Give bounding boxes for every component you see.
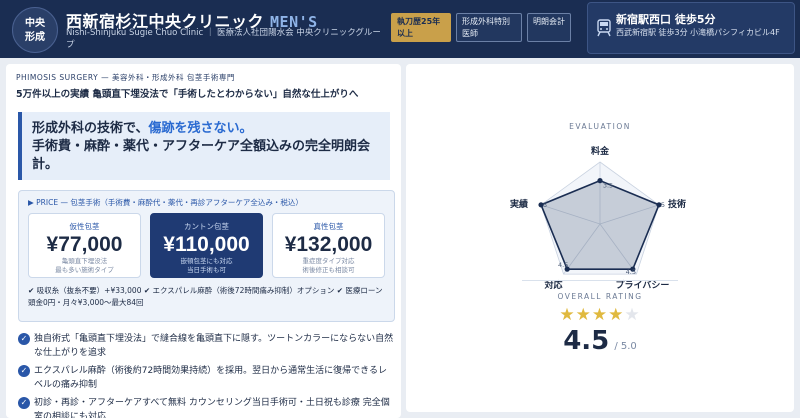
radar-axis-label: 実績: [510, 198, 528, 210]
check-icon: ✓: [18, 397, 30, 409]
hero-line-2: 手術費・麻酔・薬代・アフターケア全額込みの完全明朗会計。: [32, 139, 371, 172]
star-empty-icon: ★: [624, 305, 641, 325]
rating-divider: [522, 280, 678, 281]
evaluation-label: EVALUATION: [569, 122, 631, 131]
logo-badge-line2: 形成: [25, 32, 45, 43]
hero-accent: 傷跡を残さない。: [148, 121, 253, 136]
radar-value-label: 4.5: [558, 261, 568, 269]
price-card-amount: ¥110,000: [163, 233, 250, 256]
hero-prefix: 形成外科の技術で、: [32, 121, 149, 136]
clinic-subtitle: Nishi-Shinjuku Sugie Chuo Clinic ｜ 医療法人社…: [66, 28, 381, 50]
rating-scale: / 5.0: [614, 341, 637, 352]
feature-text: 独自術式「亀頭直下埋没法」で縫合線を亀頭直下に隠す。ツートンカラーにならない自然…: [34, 334, 394, 358]
station-title: 新宿駅西口 徒歩5分: [616, 13, 716, 26]
star-icons: ★★★★: [559, 305, 625, 325]
price-card-note: 重症度タイプ対応: [302, 257, 355, 265]
price-card-shinsei[interactable]: 真性包茎 ¥132,000 重症度タイプ対応 術後修正も相談可: [272, 213, 385, 278]
feature-text: エクスパレル麻酔（術後約72時間効果持続）を採用。翌日から通常生活に復帰できるレ…: [34, 366, 388, 390]
tag-clear-pricing: 明朗会計: [527, 13, 571, 42]
main-info-panel: PHIMOSIS SURGERY — 美容外科・形成外科 包茎手術専門 5万件以…: [6, 64, 401, 418]
tag-experience: 執刀歴25年以上: [391, 13, 451, 42]
feature-text: 初診・再診・アフターケアすべて無料 カウンセリング当日手術可・土日祝も診療 完全…: [34, 398, 390, 418]
price-card-kasei[interactable]: 仮性包茎 ¥77,000 亀頭直下埋没法 最も多い施術タイプ: [28, 213, 141, 278]
evaluation-radar-chart: 料金3.5技術5プライバシー4.5対応4.5実績 5: [510, 145, 686, 291]
price-options: ✔ 吸収糸（抜糸不要）+¥33,000 ✔ エクスパレル麻酔（術後72時間痛み抑…: [28, 286, 383, 307]
evaluation-panel: EVALUATION 料金 3.5 技術 5 プライバシー 4.5 対応 4.5 実績 5 OVE…: [406, 64, 794, 412]
hero-line-1: 形成外科の技術で、傷跡を残さない。: [32, 120, 380, 138]
radar-value-label: 3.5: [603, 182, 613, 190]
price-card-amount: ¥132,000: [284, 233, 373, 256]
radar-value-label: 4.5: [626, 268, 636, 276]
radar-axis-label: 技術: [668, 198, 686, 210]
train-icon: [597, 19, 611, 37]
clinic-logo-badge[interactable]: 中央 形成: [12, 7, 58, 53]
price-card-note: 当日手術も可: [187, 266, 226, 274]
feature-item: ✓ エクスパレル麻酔（術後約72時間効果持続）を採用。翌日から通常生活に復帰でき…: [18, 364, 395, 392]
price-card-name: 仮性包茎: [69, 222, 100, 231]
rating-value: 4.5: [563, 326, 610, 356]
radar-value-label: 5: [543, 201, 547, 209]
price-card-name: カントン包茎: [184, 222, 229, 231]
logo-badge-line1: 中央: [25, 18, 45, 29]
rating-stars: ★★★★★: [406, 305, 794, 325]
hero-message: 形成外科の技術で、傷跡を残さない。 手術費・麻酔・薬代・アフターケア全額込みの完…: [18, 112, 390, 180]
price-card-name: 真性包茎: [313, 222, 344, 231]
price-heading: ▶ PRICE — 包茎手術（手術費・麻酔代・薬代・再診アフターケア全込み・税込…: [28, 198, 303, 207]
price-card-note: 嵌頓包茎にも対応: [180, 257, 233, 265]
tag-specialist: 形成外科特別医師: [456, 13, 522, 42]
site-header: 中央 形成 西新宿杉江中央クリニック MEN'S Nishi-Shinjuku S…: [0, 0, 800, 58]
price-section: ▶ PRICE — 包茎手術（手術費・麻酔代・薬代・再診アフターケア全込み・税込…: [18, 190, 395, 322]
price-card-kanton[interactable]: カントン包茎 ¥110,000 嵌頓包茎にも対応 当日手術も可: [150, 213, 263, 278]
station-access-card[interactable]: 新宿駅西口 徒歩5分 西武新宿駅 徒歩3分 小滝橋パシフィカビル4F: [587, 2, 795, 54]
check-icon: ✓: [18, 333, 30, 345]
radar-axis-label: 料金: [591, 145, 610, 157]
feature-list: ✓ 独自術式「亀頭直下埋没法」で縫合線を亀頭直下に隠す。ツートンカラーにならない…: [18, 332, 395, 418]
station-detail: 西武新宿駅 徒歩3分 小滝橋パシフィカビル4F: [616, 28, 780, 37]
price-card-note: 最も多い施術タイプ: [55, 266, 114, 274]
check-icon: ✓: [18, 365, 30, 377]
overall-rating-label: OVERALL RATING: [557, 292, 643, 301]
radar-point: [597, 178, 603, 184]
radar-value-label: 5: [661, 201, 665, 209]
section-eyebrow: PHIMOSIS SURGERY — 美容外科・形成外科 包茎手術専門: [16, 73, 235, 82]
feature-item: ✓ 初診・再診・アフターケアすべて無料 カウンセリング当日手術可・土日祝も診療 …: [18, 396, 395, 418]
price-card-note: 亀頭直下埋没法: [61, 257, 108, 265]
price-card-note: 術後修正も相談可: [302, 266, 355, 274]
overall-rating: 4.5 / 5.0: [406, 326, 794, 356]
feature-item: ✓ 独自術式「亀頭直下埋没法」で縫合線を亀頭直下に隠す。ツートンカラーにならない…: [18, 332, 395, 360]
lead-text: 5万件以上の実績 亀頭直下埋没法で「手術したとわからない」自然な仕上がりへ: [16, 89, 359, 100]
price-card-amount: ¥77,000: [46, 233, 123, 256]
